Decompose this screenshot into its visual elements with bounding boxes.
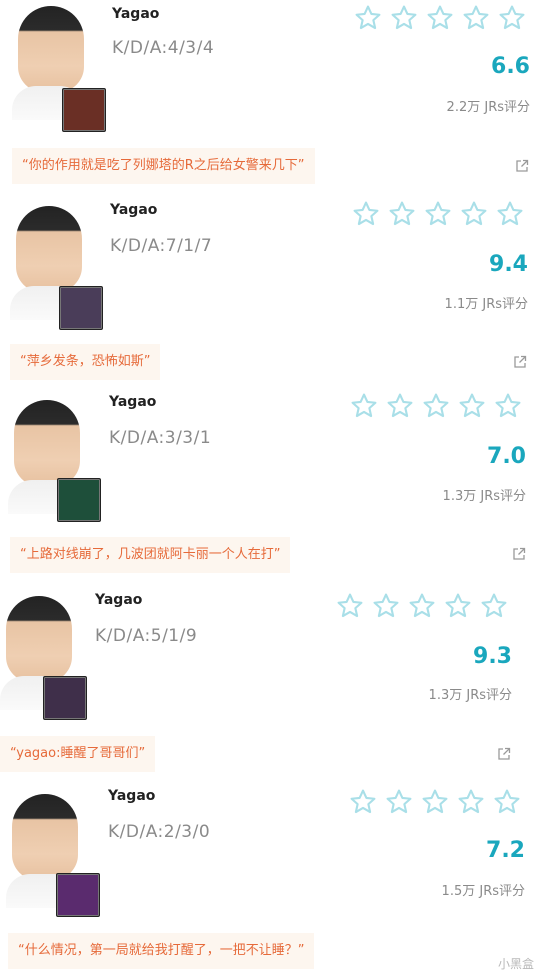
- star-icon[interactable]: [498, 4, 526, 32]
- player-rating-card: Yagao K/D/A:3/3/1 7.0 1.3万 JRs评分 “上路对线崩了…: [0, 388, 542, 578]
- champion-icon: [43, 676, 87, 720]
- champion-icon: [56, 873, 100, 917]
- star-icon[interactable]: [352, 200, 380, 228]
- star-icon[interactable]: [424, 200, 452, 228]
- share-icon[interactable]: [513, 355, 527, 369]
- star-icon[interactable]: [458, 392, 486, 420]
- player-name: Yagao: [109, 394, 157, 410]
- score-value: 7.0: [487, 444, 526, 469]
- star-icon[interactable]: [444, 592, 472, 620]
- kda-stat: K/D/A:4/3/4: [112, 38, 215, 58]
- star-icon[interactable]: [386, 392, 414, 420]
- player-rating-card: Yagao K/D/A:2/3/0 7.2 1.5万 JRs评分 “什么情况，第…: [0, 780, 542, 978]
- star-icon[interactable]: [408, 592, 436, 620]
- kda-stat: K/D/A:7/1/7: [110, 236, 213, 256]
- player-name: Yagao: [108, 788, 156, 804]
- star-icon[interactable]: [494, 392, 522, 420]
- vote-count: 2.2万 JRs评分: [446, 100, 530, 115]
- star-icon[interactable]: [349, 788, 377, 816]
- star-icon[interactable]: [336, 592, 364, 620]
- star-icon[interactable]: [372, 592, 400, 620]
- kda-stat: K/D/A:5/1/9: [95, 626, 198, 646]
- comment-quote: “萍乡发条，恐怖如斯”: [10, 344, 161, 380]
- comment-quote: “上路对线崩了，几波团就阿卡丽一个人在打”: [10, 537, 291, 573]
- score-value: 9.4: [489, 252, 528, 277]
- champion-icon: [59, 286, 103, 330]
- star-icon[interactable]: [462, 4, 490, 32]
- share-icon[interactable]: [512, 547, 526, 561]
- star-rating[interactable]: [354, 4, 526, 32]
- score-value: 7.2: [486, 838, 525, 863]
- vote-count: 1.3万 JRs评分: [442, 489, 526, 504]
- player-name: Yagao: [112, 6, 160, 22]
- score-value: 9.3: [473, 644, 512, 669]
- kda-stat: K/D/A:2/3/0: [108, 822, 211, 842]
- share-icon[interactable]: [515, 159, 529, 173]
- star-icon[interactable]: [422, 392, 450, 420]
- star-icon[interactable]: [426, 4, 454, 32]
- star-icon[interactable]: [421, 788, 449, 816]
- score-value: 6.6: [491, 54, 530, 79]
- player-name: Yagao: [110, 202, 158, 218]
- star-icon[interactable]: [496, 200, 524, 228]
- comment-quote: “什么情况，第一局就给我打醒了，一把不让睡？”: [8, 933, 315, 969]
- star-rating[interactable]: [336, 592, 508, 620]
- player-rating-card: Yagao K/D/A:7/1/7 9.4 1.1万 JRs评分 “萍乡发条，恐…: [0, 196, 542, 386]
- star-rating[interactable]: [350, 392, 522, 420]
- star-icon[interactable]: [354, 4, 382, 32]
- player-rating-card: Yagao K/D/A:4/3/4 6.6 2.2万 JRs评分 “你的作用就是…: [0, 0, 542, 190]
- comment-quote: “yagao:睡醒了哥哥们”: [0, 736, 156, 772]
- star-rating[interactable]: [352, 200, 524, 228]
- star-icon[interactable]: [388, 200, 416, 228]
- star-rating[interactable]: [349, 788, 521, 816]
- vote-count: 1.5万 JRs评分: [441, 884, 525, 899]
- watermark: 小黑盒: [497, 957, 534, 971]
- star-icon[interactable]: [390, 4, 418, 32]
- star-icon[interactable]: [350, 392, 378, 420]
- player-rating-card: Yagao K/D/A:5/1/9 9.3 1.3万 JRs评分 “yagao:…: [0, 584, 542, 774]
- champion-icon: [62, 88, 106, 132]
- player-name: Yagao: [95, 592, 143, 608]
- vote-count: 1.3万 JRs评分: [428, 688, 512, 703]
- star-icon[interactable]: [480, 592, 508, 620]
- star-icon[interactable]: [493, 788, 521, 816]
- star-icon[interactable]: [457, 788, 485, 816]
- star-icon[interactable]: [385, 788, 413, 816]
- kda-stat: K/D/A:3/3/1: [109, 428, 212, 448]
- star-icon[interactable]: [460, 200, 488, 228]
- comment-quote: “你的作用就是吃了列娜塔的R之后给女警来几下”: [12, 148, 315, 184]
- vote-count: 1.1万 JRs评分: [444, 297, 528, 312]
- share-icon[interactable]: [497, 747, 511, 761]
- champion-icon: [57, 478, 101, 522]
